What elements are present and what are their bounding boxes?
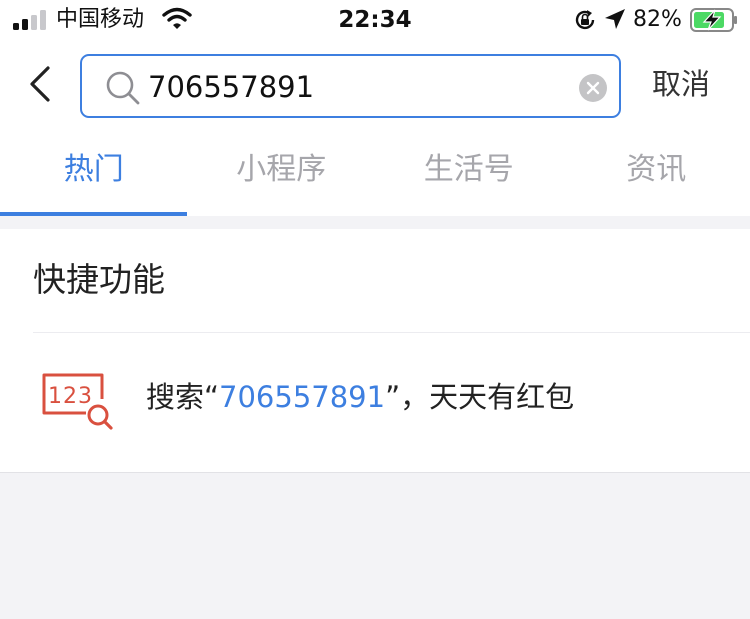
orientation-lock-icon <box>575 10 595 30</box>
back-button[interactable] <box>20 64 60 104</box>
number-search-icon: 123 <box>42 373 113 430</box>
battery-percent: 82% <box>633 7 682 32</box>
search-box[interactable] <box>80 54 621 118</box>
tab-hot[interactable]: 热门 <box>0 128 188 216</box>
search-tabs: 热门 小程序 生活号 资讯 <box>0 128 750 216</box>
quick-function-label: 搜索“706557891”，天天有红包 <box>146 376 574 418</box>
tab-news[interactable]: 资讯 <box>563 128 750 216</box>
search-input[interactable] <box>148 66 568 108</box>
location-icon <box>605 9 625 29</box>
cancel-button[interactable]: 取消 <box>652 64 710 104</box>
quick-functions-section: 快捷功能 123 搜索“706557891”，天天有红包 <box>0 229 750 473</box>
label-suffix: ”，天天有红包 <box>385 380 575 414</box>
number-search-icon-text: 123 <box>48 384 93 409</box>
close-icon <box>586 81 600 95</box>
battery-charging-icon <box>690 8 737 32</box>
clear-search-button[interactable] <box>579 74 607 102</box>
section-title: 快捷功能 <box>33 260 165 299</box>
label-keyword: 706557891 <box>219 380 386 414</box>
chevron-left-icon <box>30 66 50 102</box>
label-prefix: 搜索“ <box>146 380 220 414</box>
tab-mini-programs[interactable]: 小程序 <box>188 128 376 216</box>
search-icon <box>106 71 140 105</box>
status-bar: 中国移动 22:34 82% <box>0 0 750 40</box>
tab-life-accounts[interactable]: 生活号 <box>375 128 563 216</box>
search-header: 取消 <box>0 40 750 128</box>
quick-function-item[interactable]: 123 搜索“706557891”，天天有红包 <box>0 333 750 473</box>
